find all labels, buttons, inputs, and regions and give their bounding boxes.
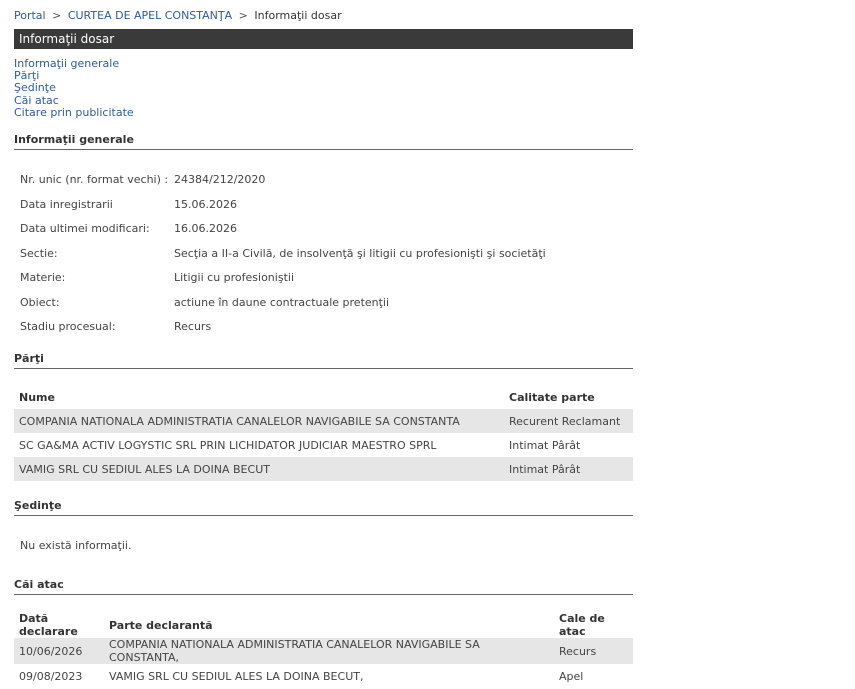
party-role: Recurent Reclamant: [504, 409, 633, 433]
appeal-party: VAMIG SRL CU SEDIUL ALES LA DOINA BECUT,: [109, 669, 364, 683]
breadcrumb-separator: >: [238, 9, 248, 22]
party-role: Intimat Pârât: [509, 438, 581, 452]
table-row: 09/08/2023 VAMIG SRL CU SEDIUL ALES LA D…: [14, 664, 633, 688]
section-title-cai-atac: Căi atac: [14, 578, 633, 595]
info-value: Recurs: [174, 320, 212, 333]
section-nav: Informaţii generale Părţi Şedinţe Căi at…: [14, 57, 134, 119]
info-value: Secţia a II-a Civilă, de insolvenţă şi l…: [174, 246, 546, 260]
party-name: COMPANIA NATIONALA ADMINISTRATIA CANALEL…: [14, 409, 504, 433]
table-header-row: Dată declarare Parte declarantă Cale de …: [14, 612, 633, 638]
party-role: Intimat Pârât: [504, 457, 633, 481]
section-title-general: Informaţii generale: [14, 133, 633, 150]
info-value: actiune în daune contractuale pretenţii: [174, 295, 390, 309]
info-value: 16.06.2026: [174, 222, 237, 235]
info-value: Litigii cu profesioniştii: [174, 271, 294, 284]
appeal-type: Apel: [559, 669, 584, 683]
nav-link-cai-atac[interactable]: Căi atac: [14, 94, 134, 107]
column-header-parte: Parte declarantă: [109, 618, 213, 632]
page-title-bar: Informaţii dosar: [14, 29, 633, 49]
nav-link-citare[interactable]: Citare prin publicitate: [14, 106, 134, 119]
appeal-date: 09/08/2023: [19, 669, 83, 683]
breadcrumb-link-portal[interactable]: Portal: [14, 9, 46, 22]
info-label: Nr. unic (nr. format vechi) :: [20, 173, 169, 186]
table-row: VAMIG SRL CU SEDIUL ALES LA DOINA BECUT …: [14, 457, 633, 481]
table-row: SC GA&MA ACTIV LOGYSTIC SRL PRIN LICHIDA…: [14, 433, 633, 457]
appeal-party: COMPANIA NATIONALA ADMINISTRATIA CANALEL…: [104, 638, 554, 664]
info-label: Data ultimei modificari:: [20, 222, 150, 235]
section-title-sedinte: Şedinţe: [14, 499, 633, 516]
table-row: 10/06/2026 COMPANIA NATIONALA ADMINISTRA…: [14, 638, 633, 664]
info-label: Sectie:: [20, 246, 58, 260]
cai-atac-table: Dată declarare Parte declarantă Cale de …: [14, 612, 633, 688]
appeal-date: 10/06/2026: [14, 638, 104, 664]
table-header-row: Nume Calitate parte: [14, 385, 633, 409]
info-value: 24384/212/2020: [174, 173, 266, 186]
info-label: Data inregistrarii: [20, 197, 113, 211]
appeal-type: Recurs: [554, 638, 633, 664]
breadcrumb-link-court[interactable]: CURTEA DE APEL CONSTANŢA: [68, 9, 232, 22]
nav-link-sedinte[interactable]: Şedinţe: [14, 82, 134, 94]
column-header-nume: Nume: [19, 390, 55, 404]
table-row: COMPANIA NATIONALA ADMINISTRATIA CANALEL…: [14, 409, 633, 433]
column-header-data: Dată declarare: [19, 612, 78, 638]
column-header-calitate: Calitate parte: [509, 390, 595, 404]
breadcrumb-separator: >: [52, 9, 62, 22]
info-label: Materie:: [20, 271, 66, 284]
party-name: SC GA&MA ACTIV LOGYSTIC SRL PRIN LICHIDA…: [19, 438, 437, 452]
section-title-parti: Părţi: [14, 352, 633, 369]
info-label: Stadiu procesual:: [20, 320, 116, 333]
parti-table: Nume Calitate parte COMPANIA NATIONALA A…: [14, 385, 633, 481]
breadcrumb-current: Informaţii dosar: [254, 9, 342, 22]
sedinte-empty-message: Nu există informaţii.: [20, 539, 132, 552]
info-value: 15.06.2026: [174, 197, 237, 211]
page-title: Informaţii dosar: [19, 32, 115, 46]
column-header-cale: Cale de atac: [559, 612, 605, 638]
info-label: Obiect:: [20, 295, 60, 309]
party-name: VAMIG SRL CU SEDIUL ALES LA DOINA BECUT: [14, 457, 504, 481]
breadcrumb: Portal > CURTEA DE APEL CONSTANŢA > Info…: [14, 9, 342, 22]
